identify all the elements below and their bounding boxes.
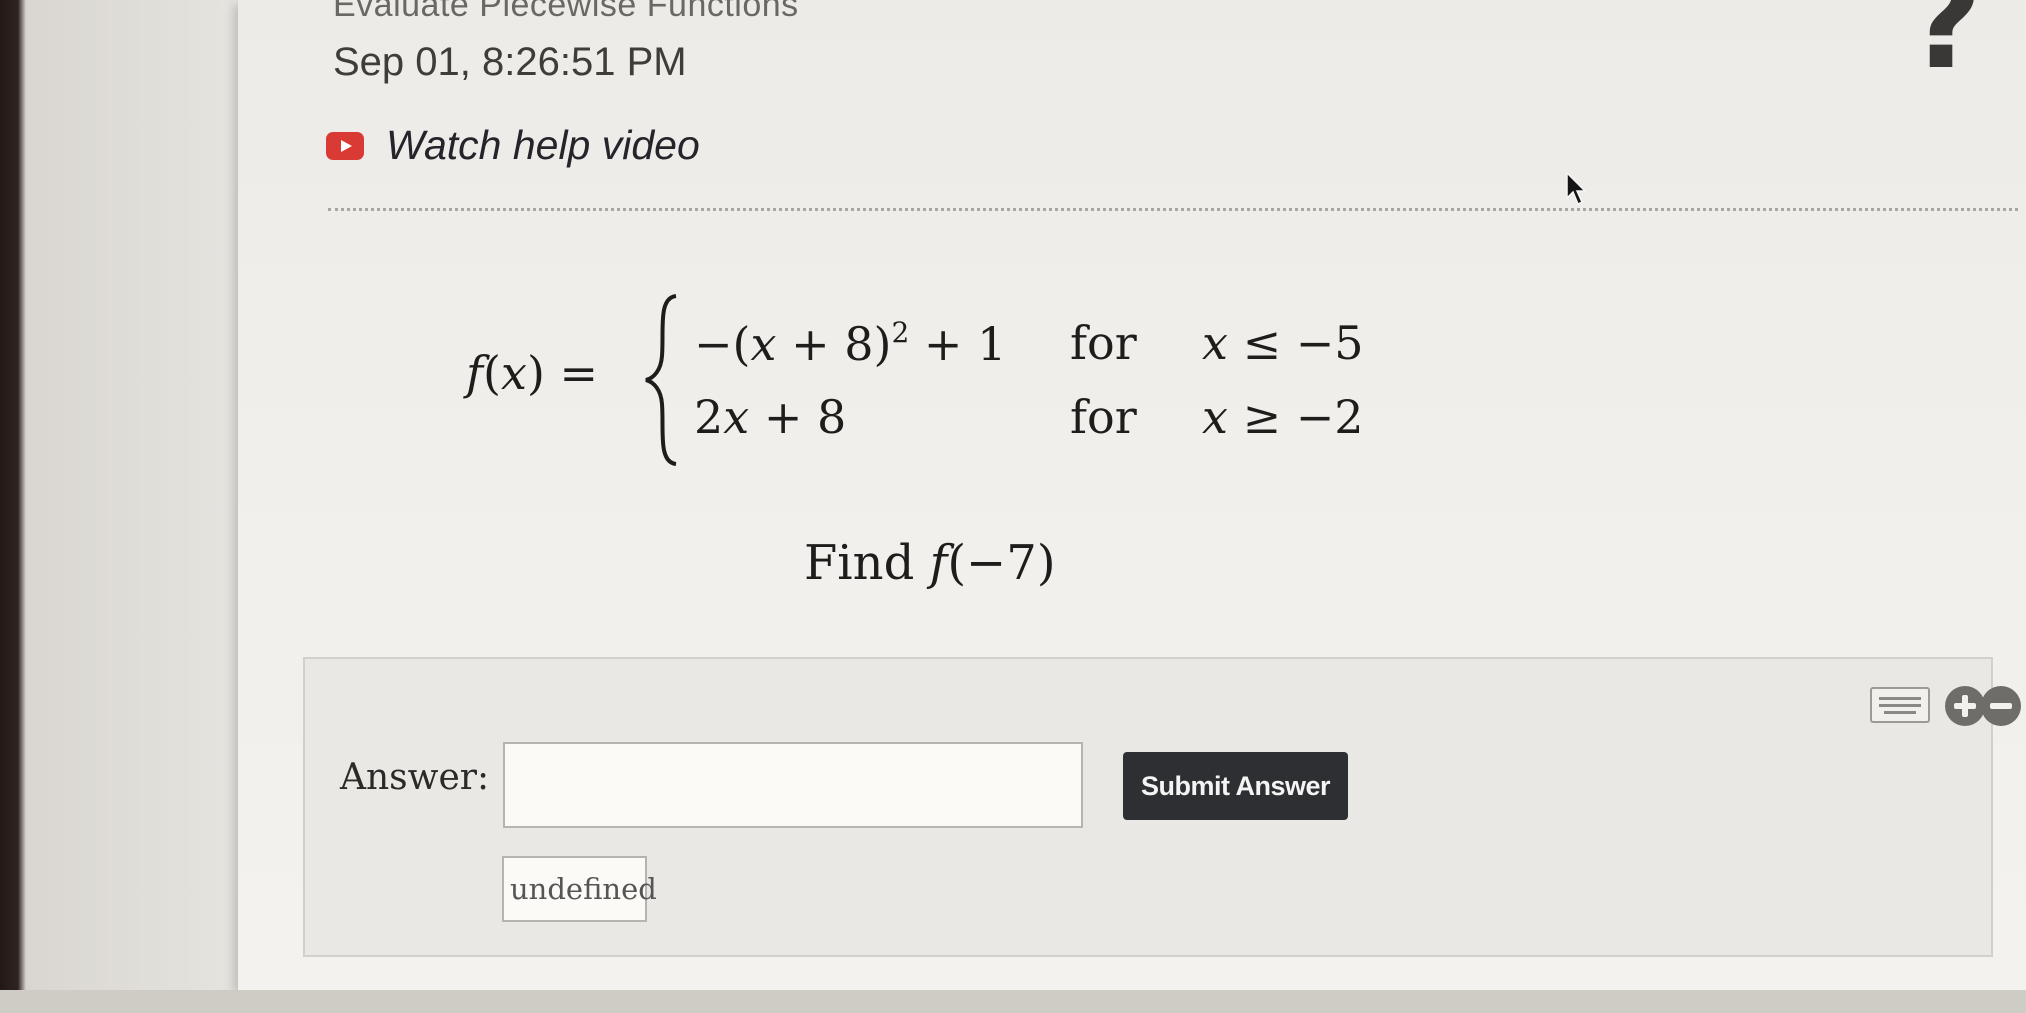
plus-circle-icon[interactable] — [1945, 686, 1985, 726]
timestamp: Sep 01, 8:26:51 PM — [333, 40, 687, 84]
left-brace — [645, 294, 677, 466]
screen: Evaluate Piecewise Functions Sep 01, 8:2… — [0, 0, 2026, 1013]
video-play-icon — [326, 131, 364, 160]
case-1-expression: −(x + 8)2 + 1 — [694, 316, 1007, 371]
problem-card: Evaluate Piecewise Functions Sep 01, 8:2… — [238, 0, 2026, 990]
case-1-keyword: for — [1070, 316, 1137, 370]
case-2-keyword: for — [1070, 390, 1137, 444]
undefined-button[interactable]: undefined — [502, 856, 657, 922]
function-name: f(x) = — [466, 346, 599, 400]
answer-panel: Answer: Submit Answer undefined — [303, 657, 2021, 957]
answer-input[interactable] — [503, 742, 1083, 828]
watch-help-video-link[interactable]: Watch help video — [326, 122, 700, 169]
desk-background — [0, 990, 2026, 1013]
case-2-condition: x ≥ −2 — [1202, 390, 1364, 444]
minus-circle-icon[interactable] — [1981, 686, 2021, 726]
keyboard-icon[interactable] — [1870, 687, 1930, 723]
question-text: Find f(−7) — [804, 535, 1056, 591]
question-mark-icon[interactable]: ? — [1908, 0, 1982, 88]
assignment-title: Evaluate Piecewise Functions — [333, 0, 799, 24]
mouse-cursor-icon — [1566, 172, 1587, 206]
divider — [328, 208, 2018, 211]
case-2-expression: 2x + 8 — [694, 390, 847, 444]
watch-help-video-label: Watch help video — [386, 122, 700, 168]
answer-label: Answer: — [340, 757, 490, 798]
submit-answer-button[interactable]: Submit Answer — [1123, 752, 1348, 820]
case-1-condition: x ≤ −5 — [1202, 316, 1364, 370]
